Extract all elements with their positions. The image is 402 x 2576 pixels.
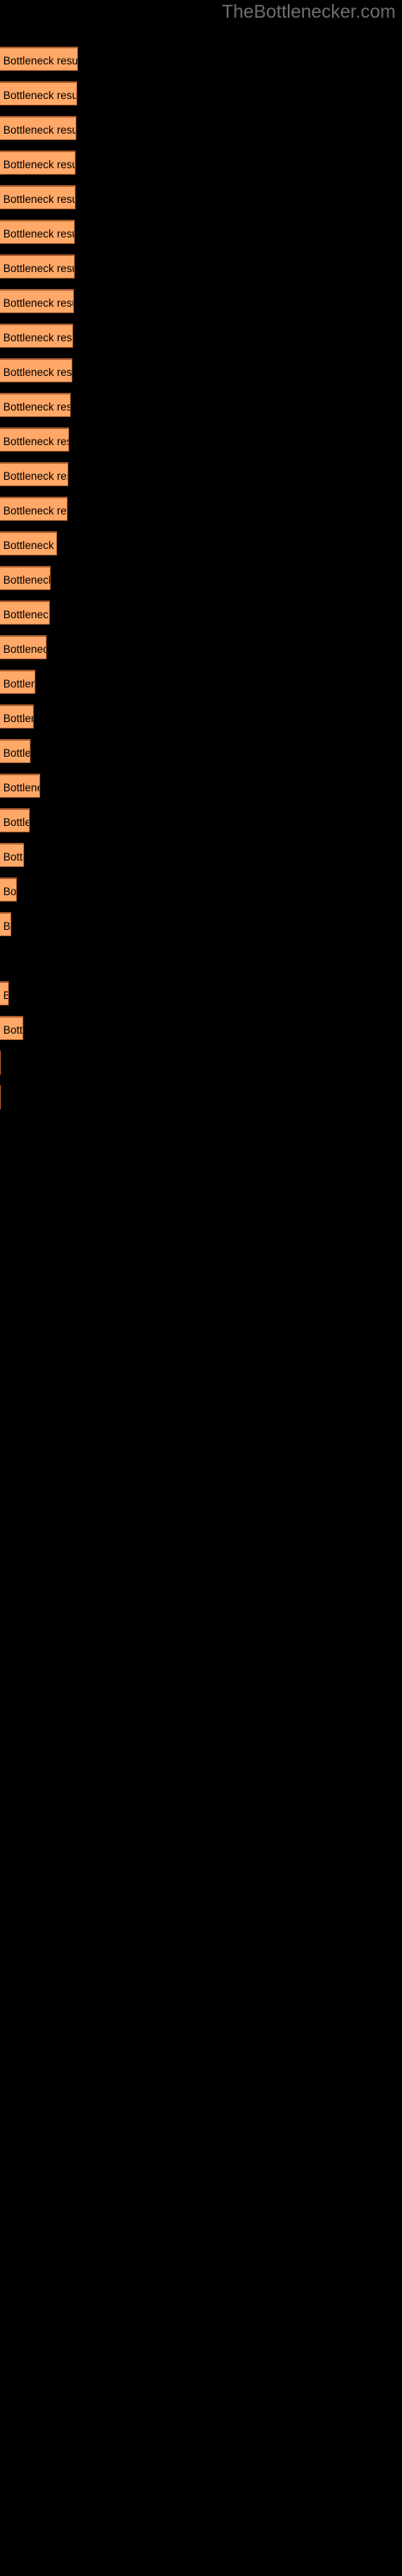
bar: Bottleneck result (0, 185, 76, 209)
bar: Bottleneck result (0, 220, 75, 244)
bar-label: Bottleneck result (3, 89, 77, 101)
bar-row (0, 947, 402, 971)
bar-label: Bottleneck result (3, 678, 35, 690)
bar: Bottleneck result (0, 912, 11, 936)
bar: Bottleneck result (0, 877, 17, 902)
bar-label: Bottleneck result (3, 712, 33, 724)
bar: Bottleneck result (0, 843, 24, 867)
bar: Bottleneck result (0, 808, 30, 832)
bar-row: Bottleneck result (0, 427, 402, 452)
bar-label: Bottleneck result (3, 1024, 23, 1036)
bar: Bottleneck result (0, 670, 35, 694)
bar-row: Bottleneck result (0, 358, 402, 382)
bar-row: Bottleneck result (0, 393, 402, 417)
bar-label: Bottleneck result (3, 782, 39, 794)
bar-label: Bottleneck result (3, 470, 68, 482)
bar-label: Bottleneck result (3, 159, 76, 171)
bar: Bottleneck result (0, 566, 51, 590)
bar-label: Bottleneck result (3, 983, 8, 1005)
bar-label: Bottleneck result (3, 124, 76, 136)
bar-row: Bottleneck result (0, 1051, 402, 1075)
bar: Bottleneck result (0, 774, 40, 798)
bar-row: Bottleneck result (0, 981, 402, 1005)
bar-row: Bottleneck result (0, 774, 402, 798)
bar: Bottleneck result (0, 739, 31, 763)
bar-label: Bottleneck result (3, 366, 72, 378)
bar: Bottleneck result (0, 427, 69, 452)
bar-row: Bottleneck result (0, 151, 402, 175)
bar-label: Bottleneck result (3, 539, 56, 551)
bar: Bottleneck result (0, 116, 76, 140)
bar-label: Bottleneck result (3, 920, 11, 932)
bar-label: Bottleneck result (3, 401, 71, 413)
bar-label: Bottleneck result (3, 886, 17, 898)
bar-row: Bottleneck result (0, 912, 402, 936)
bar: Bottleneck result (0, 289, 74, 313)
bar: Bottleneck result (0, 981, 9, 1005)
bottleneck-bar-chart: TheBottlenecker.com Bottleneck result Bot… (0, 0, 402, 2576)
bar: Bottleneck result (0, 462, 68, 486)
bar-label: Bottleneck result (3, 332, 72, 344)
bar-label: Bottleneck result (3, 228, 74, 240)
bar-row: Bottleneck result (0, 739, 402, 763)
bar-row: Bottleneck result (0, 1016, 402, 1040)
bar-row: Bottleneck result (0, 185, 402, 209)
bar-row: Bottleneck result (0, 81, 402, 105)
bar-row: Bottleneck result (0, 877, 402, 902)
bar-label: Bottleneck result (3, 436, 68, 448)
bar-row: Bottleneck result (0, 808, 402, 832)
bar: Bottleneck result (0, 47, 78, 71)
bar-label: Bottleneck result (3, 297, 73, 309)
bar-row: Bottleneck result (0, 704, 402, 729)
bar: Bottleneck result (0, 1016, 23, 1040)
bar-row: Bottleneck result (0, 843, 402, 867)
bar: Bottleneck result (0, 704, 34, 729)
bar-label: Bottleneck result (3, 262, 74, 275)
bar: Bottleneck result (0, 151, 76, 175)
bar-row: Bottleneck result (0, 254, 402, 279)
bar-row: Bottleneck result (0, 220, 402, 244)
bar: Bottleneck result (0, 531, 57, 555)
bar-label: Bottleneck result (3, 505, 67, 517)
bar: Bottleneck result (0, 358, 72, 382)
bar: Bottleneck result (0, 324, 73, 348)
bar-row: Bottleneck result (0, 324, 402, 348)
bar: Bottleneck result (0, 497, 68, 521)
bar-label: Bottleneck result (3, 747, 31, 759)
bar-row: Bottleneck result (0, 497, 402, 521)
bar-row: Bottleneck result (0, 47, 402, 71)
bar: Bottleneck result (0, 1051, 1, 1075)
bar-row: Bottleneck result (0, 116, 402, 140)
bar: Bottleneck result (0, 81, 77, 105)
bar-label: Bottleneck result (3, 816, 29, 828)
bar: Bottleneck result (0, 1085, 1, 1109)
bar-label: Bottleneck result (3, 851, 24, 863)
bar-label: Bottleneck result (3, 193, 76, 205)
bar-row: Bottleneck result (0, 462, 402, 486)
bar-label: Bottleneck result (3, 574, 51, 586)
bar-row: Bottleneck result (0, 635, 402, 659)
bar: Bottleneck result (0, 393, 71, 417)
bar-label: Bottleneck result (3, 643, 46, 655)
bar: Bottleneck result (0, 601, 50, 625)
bar: Bottleneck result (0, 254, 75, 279)
bar-label: Bottleneck result (3, 55, 78, 67)
bar-row: Bottleneck result (0, 566, 402, 590)
bar: Bottleneck result (0, 635, 47, 659)
bar-label: Bottleneck result (3, 609, 50, 621)
bar-row: Bottleneck result (0, 531, 402, 555)
bar-row: Bottleneck result (0, 289, 402, 313)
bar-row: Bottleneck result (0, 670, 402, 694)
plot-area: Bottleneck result Bottleneck result Bottle… (0, 0, 402, 2576)
bar-row: Bottleneck result (0, 601, 402, 625)
bar-row: Bottleneck result (0, 1085, 402, 1109)
